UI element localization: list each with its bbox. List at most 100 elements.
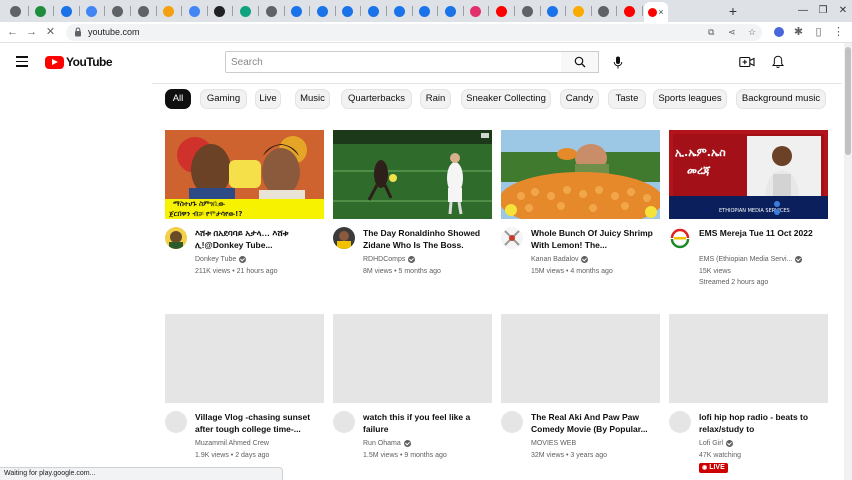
browser-tab[interactable] [618, 3, 640, 19]
browser-tab[interactable] [106, 3, 128, 19]
chip-sports-leagues[interactable]: Sports leagues [653, 89, 727, 109]
bookmark-star-icon[interactable]: ☆ [748, 26, 756, 39]
search-input[interactable] [226, 52, 561, 73]
chip-candy[interactable]: Candy [560, 89, 599, 109]
logo-text: YouTube [66, 55, 113, 69]
channel-name[interactable]: Muzammil Ahmed Crew [195, 440, 269, 447]
channel-name[interactable]: RDHDComps [363, 256, 416, 263]
browser-tab[interactable] [132, 3, 154, 19]
browser-tab[interactable] [388, 3, 410, 19]
chip-taste[interactable]: Taste [608, 89, 646, 109]
channel-name[interactable]: Donkey Tube [195, 256, 247, 263]
video-thumbnail-placeholder[interactable] [669, 314, 828, 403]
browser-tab[interactable] [337, 3, 359, 19]
close-window-icon[interactable]: ✕ [834, 3, 852, 19]
channel-name[interactable]: Kanan Badalov [531, 256, 589, 263]
search-icon [574, 56, 585, 68]
close-tab-icon[interactable]: × [658, 7, 663, 17]
browser-tab[interactable] [286, 3, 308, 19]
share-icon[interactable]: ⋖ [728, 26, 736, 39]
tab-divider [437, 6, 439, 16]
stop-loading-icon[interactable]: ✕ [42, 24, 59, 41]
extensions-puzzle-icon[interactable]: ✱ [790, 24, 807, 41]
page-scrollbar-thumb[interactable] [845, 47, 851, 155]
browser-tab[interactable] [81, 3, 103, 19]
video-thumbnail-placeholder[interactable] [165, 314, 324, 403]
video-thumbnail[interactable] [333, 130, 492, 219]
channel-avatar[interactable] [333, 227, 355, 249]
restore-icon[interactable]: ❐ [814, 3, 832, 19]
channel-avatar-placeholder[interactable] [333, 411, 355, 433]
new-tab-button[interactable]: + [725, 2, 741, 20]
channel-avatar-placeholder[interactable] [501, 411, 523, 433]
video-title[interactable]: Village Vlog -chasing sunset after tough… [195, 411, 321, 435]
forward-icon[interactable]: → [23, 24, 40, 41]
create-video-button[interactable] [738, 53, 756, 71]
video-title[interactable]: watch this if you feel like a failure [363, 411, 489, 435]
extension-icon[interactable] [770, 24, 787, 41]
browser-tab[interactable] [183, 3, 205, 19]
chip-all[interactable]: All [165, 89, 191, 109]
browser-tab[interactable] [4, 3, 26, 19]
chip-gaming[interactable]: Gaming [200, 89, 247, 109]
chip-rain[interactable]: Rain [420, 89, 451, 109]
channel-name[interactable]: MOVIES WEB [531, 440, 576, 447]
browser-tab[interactable] [260, 3, 282, 19]
video-title[interactable]: EMS Mereja Tue 11 Oct 2022 [699, 227, 825, 239]
video-thumbnail[interactable]: ETHIOPIAN MEDIA SERVICES ኢ.ኤም.ኤስ መረጃ [669, 130, 828, 219]
browser-tab[interactable] [567, 3, 589, 19]
browser-tab[interactable] [209, 3, 231, 19]
chip-quarterbacks[interactable]: Quarterbacks [341, 89, 412, 109]
video-thumbnail[interactable]: ማስተሀጉ ስምገቢው ጀርበዋን ብቻ የሞታሳየው!? [165, 130, 324, 219]
browser-tab[interactable] [311, 3, 333, 19]
chip-music[interactable]: Music [295, 89, 330, 109]
browser-tab[interactable] [542, 3, 564, 19]
browser-tab[interactable] [593, 3, 615, 19]
channel-avatar[interactable] [165, 227, 187, 249]
browser-tab[interactable] [490, 3, 512, 19]
globe-icon [521, 5, 533, 17]
channel-avatar-placeholder[interactable] [669, 411, 691, 433]
chip-background-music[interactable]: Background music [736, 89, 826, 109]
browser-tab[interactable] [465, 3, 487, 19]
menu-icon[interactable] [16, 56, 28, 67]
address-bar[interactable]: youtube.com ⧉ ⋖ ☆ [66, 24, 762, 41]
video-thumbnail-placeholder[interactable] [501, 314, 660, 403]
browser-tab[interactable] [516, 3, 538, 19]
browser-menu-icon[interactable]: ⋮ [830, 24, 847, 41]
video-title[interactable]: Whole Bunch Of Juicy Shrimp With Lemon! … [531, 227, 657, 251]
browser-tab[interactable] [55, 3, 77, 19]
browser-tab[interactable] [158, 3, 180, 19]
browser-tab[interactable] [362, 3, 384, 19]
minimize-icon[interactable]: — [794, 3, 812, 19]
voice-search-button[interactable] [608, 52, 628, 72]
search-button[interactable] [561, 51, 599, 73]
browser-tab[interactable] [30, 3, 52, 19]
back-icon[interactable]: ← [4, 24, 21, 41]
video-thumbnail-placeholder[interactable] [333, 314, 492, 403]
channel-avatar-placeholder[interactable] [165, 411, 187, 433]
side-panel-icon[interactable]: ▯ [810, 24, 827, 41]
youtube-logo[interactable]: YouTube [45, 55, 113, 69]
video-title[interactable]: እሸቱ በአደባባይ አታላ… እሸቱ ሊ!@Donkey Tube... [195, 227, 321, 251]
channel-name[interactable]: Run Ohama [363, 440, 411, 447]
channel-name[interactable]: Lofi Girl [699, 440, 734, 447]
notifications-button[interactable] [769, 53, 787, 71]
channel-name[interactable]: EMS (Ethiopian Media Servi... [699, 256, 803, 263]
emoji-icon [572, 5, 584, 17]
active-browser-tab[interactable]: × [644, 2, 668, 22]
open-in-app-icon[interactable]: ⧉ [708, 26, 714, 39]
browser-tab[interactable] [234, 3, 256, 19]
url-text: youtube.com [88, 27, 140, 37]
browser-tab[interactable] [414, 3, 436, 19]
channel-name-text: MOVIES WEB [531, 440, 577, 447]
browser-tab[interactable] [439, 3, 461, 19]
video-title[interactable]: The Day Ronaldinho Showed Zidane Who Is … [363, 227, 489, 251]
video-thumbnail[interactable] [501, 130, 660, 219]
channel-avatar[interactable] [669, 227, 691, 249]
chip-live[interactable]: Live [255, 89, 281, 109]
channel-avatar[interactable] [501, 227, 523, 249]
video-title[interactable]: lofi hip hop radio - beats to relax/stud… [699, 411, 825, 435]
video-title[interactable]: The Real Aki And Paw Paw Comedy Movie (B… [531, 411, 657, 435]
chip-sneaker-collecting[interactable]: Sneaker Collecting [461, 89, 551, 109]
